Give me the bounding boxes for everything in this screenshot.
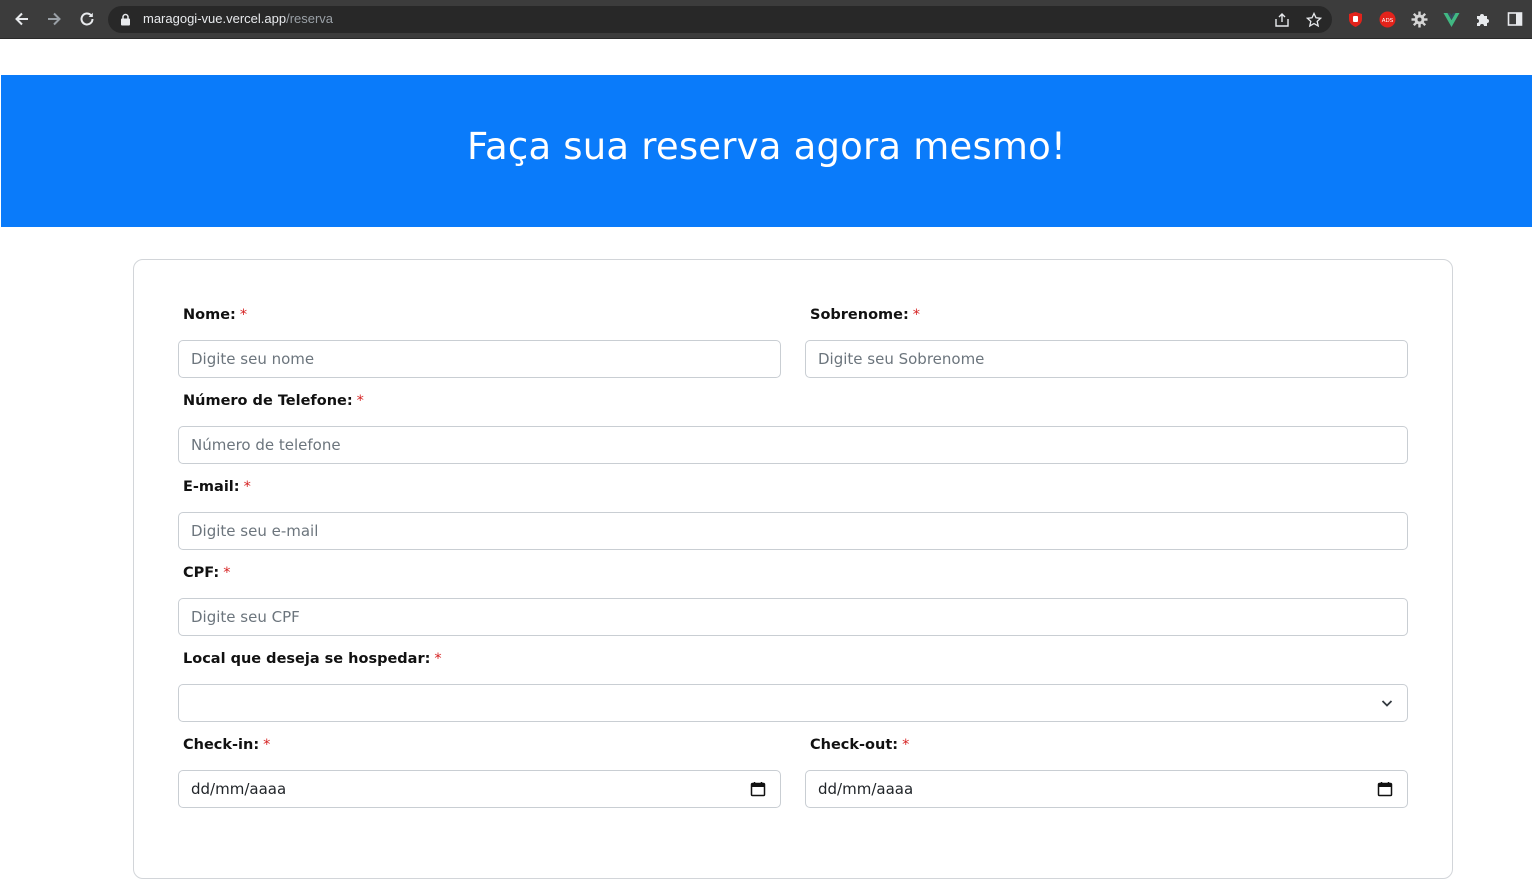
adblock-icon: ADS <box>1379 11 1395 27</box>
lock-icon <box>121 13 130 26</box>
chevron-down-icon <box>1381 700 1393 707</box>
address-bar[interactable]: maragogi-vue.vercel.app/reserva <box>108 6 1332 33</box>
page-title: Faça sua reserva agora mesmo! <box>466 124 1067 168</box>
url-path: /reserva <box>286 11 334 26</box>
checkout-date-value: dd/mm/aaaa <box>818 780 914 798</box>
back-button[interactable] <box>11 8 33 30</box>
local-label-text: Local que deseja se hospedar: <box>183 651 431 667</box>
url-host: maragogi-vue.vercel.app <box>143 11 287 26</box>
vue-devtools-icon <box>1443 12 1459 27</box>
arrow-right-icon <box>48 12 61 26</box>
required-mark: * <box>243 479 251 495</box>
side-panel-button[interactable] <box>1506 10 1524 28</box>
ublock-extension[interactable] <box>1346 10 1364 28</box>
sobrenome-input[interactable]: Digite seu Sobrenome <box>805 340 1408 378</box>
svg-text:ADS: ADS <box>1381 18 1393 24</box>
required-mark: * <box>434 651 442 667</box>
settings-extension[interactable] <box>1410 10 1428 28</box>
sobrenome-label: Sobrenome: * <box>810 307 920 323</box>
checkin-date-input[interactable]: dd/mm/aaaa <box>178 770 781 808</box>
url-text: maragogi-vue.vercel.app/reserva <box>143 11 333 26</box>
checkout-label-text: Check-out: <box>810 737 899 753</box>
checkin-date-value: dd/mm/aaaa <box>191 780 287 798</box>
forward-button[interactable] <box>43 8 65 30</box>
share-button[interactable] <box>1273 11 1291 29</box>
bookmark-button[interactable] <box>1305 11 1323 29</box>
adblock-extension[interactable]: ADS <box>1378 10 1396 28</box>
local-select[interactable] <box>178 684 1408 722</box>
arrow-left-icon <box>15 12 28 26</box>
telefone-label: Número de Telefone: * <box>183 393 364 409</box>
required-mark: * <box>902 737 910 753</box>
calendar-icon[interactable] <box>750 781 766 797</box>
browser-toolbar: maragogi-vue.vercel.app/reserva ADS <box>0 0 1532 39</box>
nome-input[interactable]: Digite seu nome <box>178 340 781 378</box>
telefone-input[interactable]: Número de telefone <box>178 426 1408 464</box>
email-label: E-mail: * <box>183 479 251 495</box>
required-mark: * <box>912 307 921 323</box>
reload-button[interactable] <box>76 8 98 30</box>
required-mark: * <box>263 737 271 753</box>
cpf-label-text: CPF: <box>183 565 220 581</box>
extensions-button[interactable] <box>1474 10 1492 28</box>
required-mark: * <box>356 393 364 409</box>
side-panel-icon <box>1507 12 1523 26</box>
checkout-label: Check-out: * <box>810 737 909 753</box>
puzzle-icon <box>1477 14 1489 26</box>
gear-icon <box>1411 11 1427 27</box>
nome-label-text: Nome: <box>183 307 236 323</box>
cpf-label: CPF: * <box>183 565 230 581</box>
share-icon <box>1275 13 1289 27</box>
ublock-icon <box>1348 11 1362 27</box>
telefone-label-text: Número de Telefone: <box>183 393 353 409</box>
reservation-form-card: Nome: * Digite seu nome Sobrenome: * Digit… <box>133 259 1453 879</box>
nome-label: Nome: * <box>183 307 247 323</box>
email-label-text: E-mail: <box>183 479 240 495</box>
reload-icon <box>80 12 94 26</box>
cpf-input[interactable]: Digite seu CPF <box>178 598 1408 636</box>
checkout-date-input[interactable]: dd/mm/aaaa <box>805 770 1408 808</box>
required-mark: * <box>223 565 231 581</box>
local-label: Local que deseja se hospedar: * <box>183 651 442 667</box>
checkin-label: Check-in: * <box>183 737 270 753</box>
required-mark: * <box>239 307 248 323</box>
calendar-icon[interactable] <box>1377 781 1393 797</box>
checkin-label-text: Check-in: <box>183 737 260 753</box>
email-input[interactable]: Digite seu e-mail <box>178 512 1408 550</box>
hero-banner: Faça sua reserva agora mesmo! <box>1 75 1532 227</box>
star-icon <box>1306 12 1322 28</box>
vue-devtools-extension[interactable] <box>1442 10 1460 28</box>
sobrenome-label-text: Sobrenome: <box>810 307 909 323</box>
